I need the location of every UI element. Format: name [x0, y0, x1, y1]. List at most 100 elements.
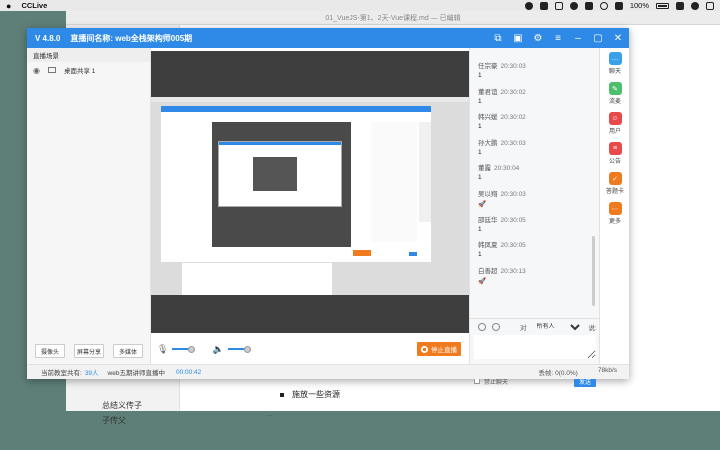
chat-sender: 白善超: [478, 267, 498, 275]
audio-controls: 🎙 🔈 停止直播: [151, 336, 469, 362]
chat-target-select[interactable]: 所有人: [532, 321, 583, 332]
chat-time: 20:30:03: [500, 191, 526, 198]
apple-icon[interactable]: ●: [6, 1, 11, 11]
notification-icon[interactable]: [706, 1, 714, 10]
chat-sender: 董君谊: [478, 88, 498, 96]
chat-message: 董露 20:30:04 1: [478, 162, 519, 181]
chat-scrollbar[interactable]: [592, 236, 595, 306]
network-stats: 丢帧: 0(0.0%) 78kb/s: [538, 367, 629, 377]
spotlight-icon[interactable]: [691, 1, 699, 10]
chat-message: 韩凤夏 20:30:05 1: [478, 239, 526, 258]
input-icon[interactable]: [676, 1, 684, 10]
speaker-icon[interactable]: 🔈: [212, 344, 223, 355]
chat-input[interactable]: [474, 335, 596, 359]
sidebar-item-icon: …: [608, 52, 622, 65]
share-icon[interactable]: ⧉: [493, 33, 503, 44]
volume-icon[interactable]: [614, 1, 623, 10]
version-label: V 4.8.0: [35, 33, 61, 43]
scene-item[interactable]: ◉ 桌面共享 1: [27, 62, 150, 78]
chat-time: 20:30:03: [500, 63, 526, 70]
camera-button[interactable]: 摄像头: [35, 344, 65, 358]
chat-text: 1: [478, 148, 482, 156]
chat-sender: 董露: [478, 165, 491, 173]
sidebar-item[interactable]: … 聊天: [600, 52, 630, 75]
chat-message: 董君谊 20:30:02 1: [478, 86, 526, 105]
status-icon[interactable]: [584, 1, 593, 10]
sidebar-item[interactable]: ✎ 流麦: [600, 82, 630, 105]
outline-item[interactable]: 子传父: [102, 415, 126, 426]
menubar-status-icons: 100%: [524, 1, 714, 10]
status-icon[interactable]: [524, 1, 533, 10]
chat-text: 🚀: [478, 277, 487, 285]
chat-message: 任宗豪 20:30:03 1: [478, 60, 526, 79]
gear-icon[interactable]: ⚙: [533, 33, 543, 44]
menu-icon[interactable]: ≡: [553, 33, 563, 44]
app-name[interactable]: CCLive: [21, 1, 47, 10]
sidebar-item[interactable]: ≡ 公告: [600, 142, 630, 165]
bitrate: 78kb/s: [597, 367, 617, 374]
live-duration: 00:00:42: [175, 368, 202, 376]
status-icon[interactable]: [569, 1, 578, 10]
to-label: 对: [520, 324, 527, 332]
emoji-icon[interactable]: [478, 322, 486, 331]
chat-sender: 韩兴媛: [478, 114, 498, 122]
title-tools: ⧉ ▣ ⚙ ≡ – ▢ ✕: [493, 33, 629, 44]
sidebar-item-label: 流麦: [608, 99, 621, 105]
chat-message: 邵廷华 20:30:05 1: [478, 214, 526, 233]
multimedia-button[interactable]: 多媒体: [113, 344, 143, 358]
chat-time: 20:30:13: [500, 267, 526, 275]
bullet-icon: [280, 392, 284, 397]
chat-text: 1: [478, 174, 482, 182]
chat-text: 🚀: [478, 201, 487, 208]
sidebar-item-icon: ☺: [608, 112, 622, 125]
stop-icon: [421, 345, 428, 353]
battery-icon[interactable]: [656, 2, 669, 9]
nested-desktop: [151, 97, 469, 295]
nested-window: [161, 106, 431, 262]
sidebar-item-label: 更多: [608, 219, 621, 225]
screen-share-button[interactable]: 屏幕分享: [74, 344, 104, 358]
sidebar-item[interactable]: ⋯ 更多: [600, 202, 630, 225]
stop-live-button[interactable]: 停止直播: [417, 342, 461, 356]
cclive-window: V 4.8.0 直播间名称: web全栈架构师005期 ⧉ ▣ ⚙ ≡ – ▢ …: [27, 28, 630, 387]
maximize-icon[interactable]: ▢: [593, 33, 603, 44]
chat-message: 韩兴媛 20:30:02 1: [478, 111, 526, 130]
chat-time: 20:30:02: [500, 114, 526, 122]
say-label: 说:: [588, 324, 597, 332]
status-icon[interactable]: [539, 1, 548, 10]
sidebar-item-label: 聊天: [608, 69, 621, 75]
sidebar-item-label: 答题卡: [605, 189, 624, 195]
status-icon[interactable]: [554, 1, 563, 10]
wifi-icon[interactable]: [599, 1, 608, 10]
chat-sender: 孙大鹏: [478, 139, 498, 147]
chat-sender: 吴以翔: [478, 191, 498, 198]
close-icon[interactable]: ✕: [613, 33, 623, 44]
preview-canvas: [151, 51, 469, 333]
doc-line: ...: [266, 409, 273, 418]
sidebar-item[interactable]: ✓ 答题卡: [600, 172, 630, 195]
chat-text: 1: [478, 97, 482, 105]
minimize-icon[interactable]: –: [573, 33, 583, 44]
chat-text: 1: [478, 72, 482, 79]
editor-title: 01_VueJS-第1、2天-Vue课程.md — 已编辑: [325, 14, 461, 22]
chat-message: 吴以翔 20:30:03 🚀: [478, 188, 526, 208]
editor-titlebar: 01_VueJS-第1、2天-Vue课程.md — 已编辑: [66, 11, 720, 25]
microphone-icon[interactable]: 🎙: [157, 344, 168, 355]
sidebar-item-icon: ≡: [608, 142, 622, 155]
sidebar-item-label: 公告: [608, 159, 621, 165]
outline-item[interactable]: 总结义传子: [102, 400, 142, 411]
chat-message: 孙大鹏 20:30:03 1: [478, 137, 526, 156]
scene-label: 桌面共享 1: [63, 68, 96, 75]
eye-icon[interactable]: ◉: [33, 66, 40, 75]
chat-toolbar: 对 所有人 说:: [470, 318, 600, 334]
layout-icon[interactable]: ▣: [513, 33, 523, 44]
battery-percent: 100%: [629, 1, 649, 10]
sidebar-item[interactable]: ☺ 用户: [600, 112, 630, 135]
live-preview: 🎙 🔈 停止直播: [151, 48, 469, 364]
user-icon[interactable]: [492, 322, 500, 331]
cclive-titlebar: V 4.8.0 直播间名称: web全栈架构师005期 ⧉ ▣ ⚙ ≡ – ▢ …: [27, 28, 629, 48]
speaker-volume-slider[interactable]: [227, 346, 251, 353]
scene-panel: 直播场景 ◉ 桌面共享 1 摄像头 屏幕分享 多媒体: [27, 48, 151, 364]
sidebar-item-label: 用户: [608, 129, 621, 135]
mic-volume-slider[interactable]: [172, 346, 196, 353]
